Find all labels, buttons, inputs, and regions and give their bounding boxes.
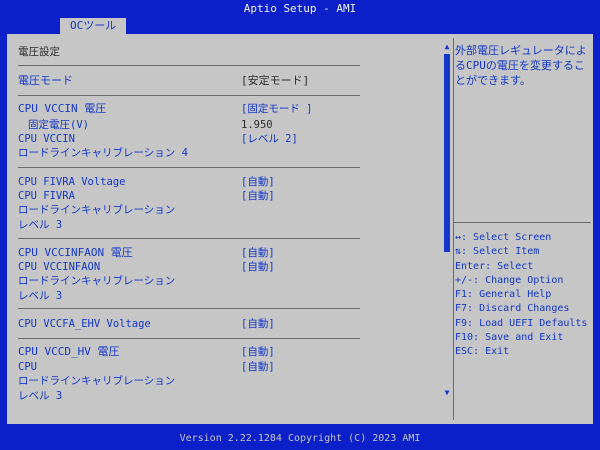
- setting-cpu-vccd-hv-voltage-value[interactable]: [自動]: [241, 345, 275, 359]
- setting-cpu-vccin-voltage[interactable]: CPU VCCIN 電圧: [18, 102, 106, 116]
- setting-cpu-vccin-voltage-value[interactable]: [固定モード ]: [241, 102, 312, 116]
- scroll-thumb[interactable]: [444, 54, 450, 252]
- setting-llc-level: ロードラインキャリブレーション 4: [18, 147, 188, 159]
- setting-voltage-mode[interactable]: 電圧モード: [18, 74, 73, 88]
- divider: [454, 222, 591, 223]
- setting-cpu-vccfa-ehv-voltage[interactable]: CPU VCCFA_EHV Voltage: [18, 317, 151, 331]
- tab-bar: OCツール: [0, 18, 600, 34]
- setting-cpu-vccd-hv-voltage[interactable]: CPU VCCD_HV 電圧: [18, 345, 119, 359]
- footer-version: Version 2.22.1284 Copyright (C) 2023 AMI: [179, 433, 421, 444]
- main-panel: 電圧設定 電圧モード [安定モード] CPU VCCIN 電圧 [固定モード ]…: [7, 34, 593, 424]
- setting-cpu-vccinfaon-llc-value[interactable]: [自動]: [241, 260, 275, 274]
- scrollbar[interactable]: ▲ ▼: [443, 42, 451, 406]
- setting-llc-level: レベル 3: [18, 390, 63, 402]
- setting-cpu-vccinfaon-voltage[interactable]: CPU VCCINFAON 電圧: [18, 246, 133, 260]
- setting-fixed-voltage-value[interactable]: 1.950: [241, 118, 273, 132]
- setting-cpu-vccd-hv-llc-value[interactable]: [自動]: [241, 360, 275, 374]
- key-hint: F9: Load UEFI Defaults: [455, 317, 588, 329]
- key-hint: +/-: Change Option: [455, 274, 564, 286]
- key-hint: ⇅: Select Item: [455, 246, 540, 258]
- setting-llc-level: レベル 3: [18, 290, 63, 302]
- help-text: 外部電圧レギュレータによるCPUの電圧を変更することができます。: [455, 44, 587, 87]
- key-hint: ESC: Exit: [455, 346, 510, 358]
- key-hint: F1: General Help: [455, 289, 552, 301]
- key-hint: F7: Discard Changes: [455, 303, 570, 315]
- settings-list: 電圧設定 電圧モード [安定モード] CPU VCCIN 電圧 [固定モード ]…: [7, 34, 444, 424]
- window-title: Aptio Setup - AMI: [243, 2, 357, 15]
- setting-voltage-mode-value[interactable]: [安定モード]: [241, 74, 309, 88]
- panel-divider: [453, 38, 454, 420]
- key-hint: F10: Save and Exit: [455, 332, 564, 344]
- setting-cpu-vccin-llc-value[interactable]: [レベル 2]: [241, 132, 298, 146]
- setting-llc-label: ロードラインキャリブレーション: [18, 204, 176, 216]
- setting-label: 電圧モード: [18, 74, 73, 87]
- setting-llc-label: ロードラインキャリブレーション: [18, 375, 176, 387]
- tab-oc-tools[interactable]: OCツール: [60, 18, 127, 34]
- setting-cpu-fivra-llc-value[interactable]: [自動]: [241, 189, 275, 203]
- setting-llc-level: レベル 3: [18, 219, 63, 231]
- divider: [18, 308, 360, 309]
- setting-llc-label: ロードラインキャリブレーション: [18, 275, 176, 287]
- setting-cpu-fivra-llc[interactable]: CPU FIVRA: [18, 189, 75, 203]
- setting-cpu-fivra-voltage[interactable]: CPU FIVRA Voltage: [18, 175, 125, 189]
- divider: [18, 167, 360, 168]
- divider: [18, 238, 360, 239]
- setting-cpu-vccin-llc[interactable]: CPU VCCIN: [18, 132, 75, 146]
- key-hint: Enter: Select: [455, 260, 534, 272]
- section-title: 電圧設定: [18, 46, 60, 58]
- setting-cpu-vccinfaon-llc[interactable]: CPU VCCINFAON: [18, 260, 100, 274]
- setting-cpu-fivra-voltage-value[interactable]: [自動]: [241, 175, 275, 189]
- setting-cpu-vccfa-ehv-voltage-value[interactable]: [自動]: [241, 317, 275, 331]
- scroll-up-arrow-icon[interactable]: ▲: [443, 42, 451, 52]
- key-legend: ↔: Select Screen ⇅: Select Item Enter: S…: [455, 231, 591, 360]
- setting-fixed-voltage[interactable]: 固定電圧(V): [28, 118, 89, 132]
- setting-cpu-vccd-hv-llc[interactable]: CPU: [18, 360, 37, 374]
- setting-cpu-vccinfaon-voltage-value[interactable]: [自動]: [241, 246, 275, 260]
- divider: [18, 95, 360, 96]
- scroll-down-arrow-icon[interactable]: ▼: [443, 388, 451, 398]
- divider: [18, 338, 360, 339]
- key-hint: ↔: Select Screen: [455, 232, 552, 243]
- divider: [18, 65, 360, 66]
